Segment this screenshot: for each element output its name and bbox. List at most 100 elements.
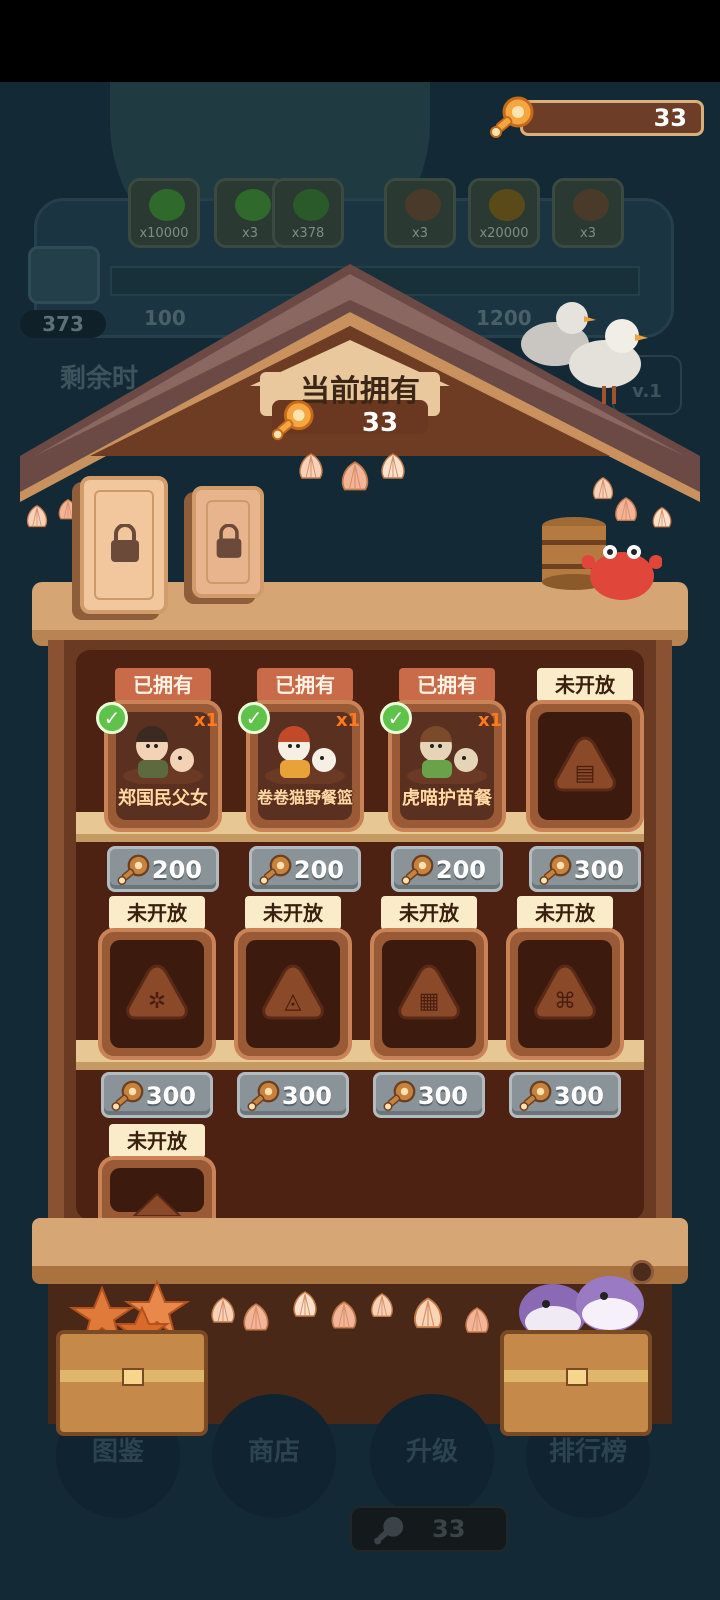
item-status-tag: 未开放 bbox=[245, 896, 341, 930]
buy-price-button[interactable]: 200 bbox=[249, 846, 361, 892]
triangle-token-icon bbox=[573, 189, 609, 221]
item-status-tag: 未开放 bbox=[381, 896, 477, 930]
seashell-decoration bbox=[211, 1297, 235, 1323]
drumstick-key-icon bbox=[111, 1080, 144, 1111]
item-status-tag: 未开放 bbox=[109, 1124, 205, 1158]
buy-price-button[interactable]: 300 bbox=[237, 1072, 349, 1118]
seashell-decoration bbox=[652, 506, 672, 528]
item-status-tag: 未开放 bbox=[109, 896, 205, 930]
price-value: 300 bbox=[417, 1082, 468, 1110]
locked-phone-token-icon: ✲ bbox=[126, 964, 188, 1020]
seashell-decoration bbox=[58, 498, 78, 520]
house-count: 33 bbox=[361, 408, 399, 438]
buy-price-button[interactable]: 200 bbox=[391, 846, 503, 892]
green-check-pile-icon bbox=[235, 189, 271, 221]
item-quantity: x1 bbox=[194, 710, 219, 731]
item-status-tag: 已拥有 bbox=[257, 668, 353, 702]
drumstick-key-icon bbox=[247, 1080, 280, 1111]
locked-token-icon bbox=[132, 1192, 182, 1216]
price-value: 300 bbox=[145, 1082, 196, 1110]
seashell-decoration bbox=[331, 1301, 357, 1329]
status-bar bbox=[0, 0, 720, 82]
drumstick-key-icon bbox=[519, 1080, 552, 1111]
background-reward-label: x10000 bbox=[139, 226, 189, 241]
drumstick-key-icon bbox=[539, 854, 572, 885]
locked-wheel-token-icon: ⌘ bbox=[534, 964, 596, 1020]
nav-label: 排行榜 bbox=[548, 1437, 627, 1467]
item-quantity: x1 bbox=[336, 710, 361, 731]
nav-label: 商店 bbox=[247, 1437, 300, 1467]
seashell-decoration bbox=[381, 453, 405, 479]
svg-text:▦: ▦ bbox=[419, 989, 440, 1014]
background-reward-label: x3 bbox=[412, 226, 428, 241]
item-name: 卷卷猫野餐篮 bbox=[256, 788, 353, 807]
background-reward-label: x20000 bbox=[479, 226, 529, 241]
bottom-currency: 33 bbox=[350, 1506, 508, 1552]
price-value: 200 bbox=[293, 856, 344, 884]
item-status-tag: 未开放 bbox=[537, 668, 633, 702]
triangle-token-icon bbox=[405, 189, 441, 221]
svg-text:✲: ✲ bbox=[148, 989, 166, 1014]
drumstick-key-icon bbox=[490, 96, 534, 138]
price-value: 300 bbox=[281, 1082, 332, 1110]
drumstick-key-icon bbox=[374, 1516, 404, 1545]
price-value: 300 bbox=[573, 856, 624, 884]
drumstick-key-icon bbox=[259, 854, 292, 885]
svg-text:⌘: ⌘ bbox=[554, 989, 576, 1014]
lock-icon bbox=[216, 524, 242, 558]
background-reward: x3 bbox=[384, 178, 456, 248]
coin-icon bbox=[489, 189, 525, 221]
item-name: 郑国民父女 bbox=[118, 788, 208, 809]
drumstick-key-icon bbox=[401, 854, 434, 885]
seashell-decoration bbox=[341, 461, 369, 491]
owned-check-icon: ✓ bbox=[96, 702, 128, 734]
nav-upgrade-button[interactable]: 升级 bbox=[370, 1394, 494, 1518]
drumstick-key-icon bbox=[383, 1080, 416, 1111]
nav-label: 图鉴 bbox=[91, 1437, 144, 1467]
treasure-chest-left[interactable] bbox=[56, 1330, 208, 1436]
background-reward-label: x3 bbox=[580, 226, 596, 241]
locked-glyph-token-icon: ◬ bbox=[262, 964, 324, 1020]
owned-check-icon: ✓ bbox=[238, 702, 270, 734]
buy-price-button[interactable]: 300 bbox=[509, 1072, 621, 1118]
seashell-decoration bbox=[293, 1291, 317, 1317]
nav-label: 升级 bbox=[405, 1437, 458, 1467]
currency-value: 33 bbox=[653, 104, 687, 132]
item-status-tag: 未开放 bbox=[517, 896, 613, 930]
seashell-decoration bbox=[299, 453, 323, 479]
bottom-currency-value: 33 bbox=[432, 1515, 466, 1543]
green-check-icon bbox=[149, 189, 185, 221]
buy-price-button[interactable]: 300 bbox=[373, 1072, 485, 1118]
drumstick-key-icon bbox=[117, 854, 150, 885]
lock-icon bbox=[111, 524, 139, 562]
seashell-decoration bbox=[371, 1293, 393, 1317]
crab-decoration bbox=[582, 545, 662, 600]
owned-check-icon: ✓ bbox=[380, 702, 412, 734]
seashell-decoration bbox=[414, 1297, 442, 1329]
nav-shop-button[interactable]: 商店 bbox=[212, 1394, 336, 1518]
background-reward: x3 bbox=[552, 178, 624, 248]
drumstick-key-icon bbox=[271, 400, 314, 441]
price-value: 200 bbox=[435, 856, 486, 884]
background-reward: x10000 bbox=[128, 178, 200, 248]
currency-bar: 33 bbox=[520, 100, 704, 136]
treasure-chest-right[interactable] bbox=[500, 1330, 652, 1436]
item-quantity: x1 bbox=[478, 710, 503, 731]
item-status-tag: 已拥有 bbox=[115, 668, 211, 702]
buy-price-button[interactable]: 300 bbox=[101, 1072, 213, 1118]
buy-price-button[interactable]: 200 bbox=[107, 846, 219, 892]
picnic-basket-icon bbox=[265, 726, 345, 784]
locked-card[interactable] bbox=[192, 486, 264, 598]
svg-text:▤: ▤ bbox=[575, 761, 596, 786]
price-value: 300 bbox=[553, 1082, 604, 1110]
locked-film-token-icon: ▦ bbox=[398, 964, 460, 1020]
locked-card[interactable] bbox=[80, 476, 168, 614]
meal-icon bbox=[407, 726, 487, 784]
item-name: 虎喵护苗餐 bbox=[402, 788, 492, 809]
seashell-decoration bbox=[243, 1303, 269, 1331]
seashell-decoration bbox=[465, 1307, 489, 1333]
buy-price-button[interactable]: 300 bbox=[529, 846, 641, 892]
price-value: 200 bbox=[151, 856, 202, 884]
seagulls-decoration bbox=[521, 302, 648, 404]
green-orb-icon bbox=[293, 189, 329, 221]
